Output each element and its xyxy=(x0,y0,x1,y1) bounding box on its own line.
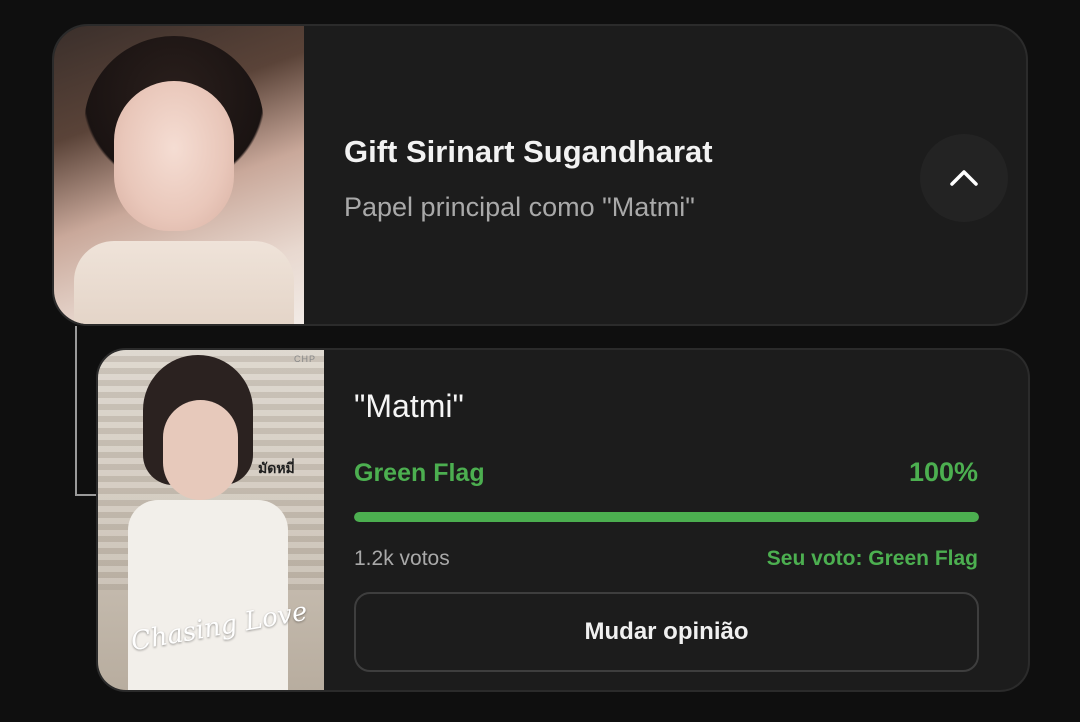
tree-connector xyxy=(75,326,97,496)
collapse-button[interactable] xyxy=(920,134,1008,222)
vote-count: 1.2k votos xyxy=(354,547,450,570)
character-name: "Matmi" xyxy=(354,388,464,424)
change-opinion-button[interactable]: Mudar opinião xyxy=(354,592,979,672)
flag-percent: 100% xyxy=(908,457,978,487)
actor-photo xyxy=(54,26,304,324)
poster-thai-text: มัดหมี่ xyxy=(258,460,295,476)
vote-progress-fill xyxy=(354,512,979,522)
page: Gift Sirinart Sugandharat Papel principa… xyxy=(0,0,1080,722)
poster-brand-text: CHP xyxy=(294,354,317,364)
my-vote-label: Seu voto: Green Flag xyxy=(766,547,978,570)
character-card: CHP มัดหมี่ Chasing Love "Matmi" Green F… xyxy=(96,348,1030,692)
flag-label: Green Flag xyxy=(354,459,485,487)
vote-progress-bar xyxy=(354,512,979,522)
actor-role: Papel principal como "Matmi" xyxy=(344,192,695,222)
actor-name: Gift Sirinart Sugandharat xyxy=(344,134,713,169)
character-poster: CHP มัดหมี่ Chasing Love xyxy=(98,350,324,690)
actor-card[interactable]: Gift Sirinart Sugandharat Papel principa… xyxy=(52,24,1028,326)
chevron-up-icon xyxy=(950,170,978,186)
